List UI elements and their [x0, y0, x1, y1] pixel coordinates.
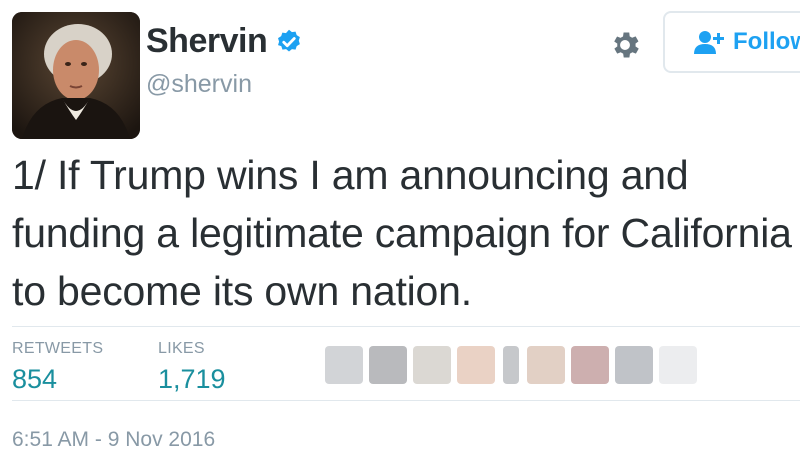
display-name[interactable]: Shervin: [146, 22, 268, 61]
verified-badge-icon: [278, 29, 301, 51]
likes-label: LIKES: [158, 340, 205, 357]
liker-avatar[interactable]: [369, 346, 407, 384]
likes-stat[interactable]: LIKES 1,719: [158, 340, 226, 395]
liker-avatar[interactable]: [325, 346, 363, 384]
retweets-stat[interactable]: RETWEETS 854: [12, 340, 103, 395]
liker-avatar[interactable]: [527, 346, 565, 384]
follow-button-label: Follow: [733, 28, 800, 55]
follow-button[interactable]: Follow: [663, 11, 800, 73]
divider: [12, 326, 800, 327]
liker-avatar[interactable]: [571, 346, 609, 384]
liker-avatar[interactable]: [413, 346, 451, 384]
user-name-row: Shervin: [146, 22, 303, 61]
liker-avatar[interactable]: [615, 346, 653, 384]
gear-icon[interactable]: [608, 28, 642, 62]
tweet-timestamp[interactable]: 6:51 AM - 9 Nov 2016: [12, 428, 215, 452]
divider: [12, 400, 800, 401]
liker-avatar[interactable]: [457, 346, 495, 384]
retweets-count: 854: [12, 364, 58, 394]
avatar[interactable]: [12, 12, 140, 139]
add-user-icon: [694, 31, 724, 54]
likes-count: 1,719: [158, 364, 226, 394]
liker-avatars: [325, 346, 697, 384]
retweets-label: RETWEETS: [12, 340, 104, 357]
user-handle[interactable]: @shervin: [146, 70, 252, 99]
profile-portrait: [12, 12, 140, 139]
liker-avatar[interactable]: [659, 346, 697, 384]
liker-avatar[interactable]: [503, 346, 519, 384]
tweet-card: Shervin @shervin Follow 1/ If Trump wins…: [0, 0, 800, 465]
tweet-text: 1/ If Trump wins I am announcing and fun…: [12, 152, 792, 314]
